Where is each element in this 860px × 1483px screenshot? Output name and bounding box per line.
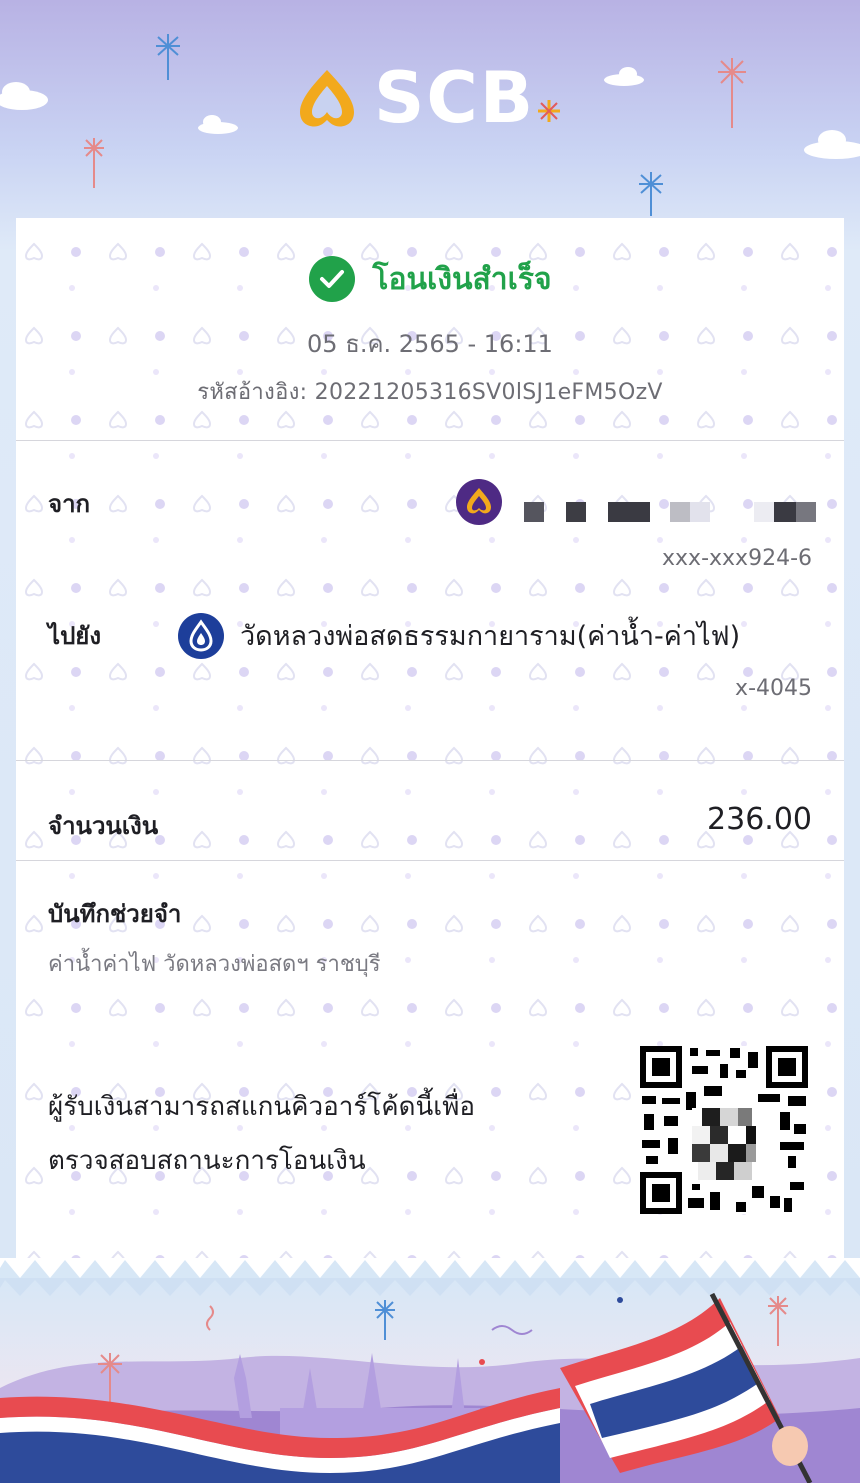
- scb-logo: SCB: [292, 60, 572, 136]
- reference-label: รหัสอ้างอิง:: [197, 380, 308, 405]
- amount-label: จำนวนเงิน: [48, 812, 159, 840]
- reference-code: รหัสอ้างอิง: 20221205316SV0lSJ1eFM5OzV: [16, 374, 844, 409]
- amount-value: 236.00: [707, 802, 812, 837]
- scb-bank-icon: [456, 479, 502, 525]
- sparkle-icon: [538, 100, 560, 122]
- receipt-card: โอนเงินสำเร็จ 05 ธ.ค. 2565 - 16:11 รหัสอ…: [16, 218, 844, 1278]
- to-account-number: x-4045: [735, 676, 812, 701]
- scb-logo-icon: [300, 70, 354, 127]
- transaction-datetime: 05 ธ.ค. 2565 - 16:11: [307, 330, 553, 358]
- brand-name: SCB: [374, 57, 536, 139]
- check-circle-icon: [309, 256, 356, 302]
- from-label: จาก: [48, 490, 91, 518]
- transfer-status: โอนเงินสำเร็จ: [16, 254, 844, 304]
- qr-instruction-line1: ผู้รับเงินสามารถสแกนคิวอาร์โค้ดนี้เพื่อ: [48, 1092, 475, 1122]
- qr-instruction: ผู้รับเงินสามารถสแกนคิวอาร์โค้ดนี้เพื่อ …: [48, 1080, 568, 1188]
- header-banner: SCB: [0, 0, 860, 218]
- footer-scenery: [0, 1278, 860, 1483]
- memo-text: ค่าน้ำค่าไฟ วัดหลวงพ่อสดฯ ราชบุรี: [48, 952, 381, 977]
- from-account-number: xxx-xxx924-6: [662, 546, 812, 571]
- masked-account-name: [524, 502, 816, 522]
- divider: [16, 760, 844, 761]
- qr-code-icon[interactable]: [640, 1046, 808, 1214]
- reference-value: 20221205316SV0lSJ1eFM5OzV: [314, 380, 663, 405]
- to-label: ไปยัง: [48, 622, 102, 650]
- memo-label: บันทึกช่วยจำ: [48, 900, 182, 928]
- receipt-screen: SCB โอนเงินสำเร็จ 05 ธ.ค. 2565 - 16:11 ร…: [0, 0, 860, 1483]
- bbl-bank-icon: [178, 613, 224, 659]
- divider: [16, 860, 844, 861]
- recipient-name: วัดหลวงพ่อสดธรรมกายาราม(ค่าน้ำ-ค่าไฟ): [240, 621, 741, 652]
- qr-instruction-line2: ตรวจสอบสถานะการโอนเงิน: [48, 1146, 366, 1176]
- status-text: โอนเงินสำเร็จ: [372, 261, 552, 297]
- divider: [16, 440, 844, 441]
